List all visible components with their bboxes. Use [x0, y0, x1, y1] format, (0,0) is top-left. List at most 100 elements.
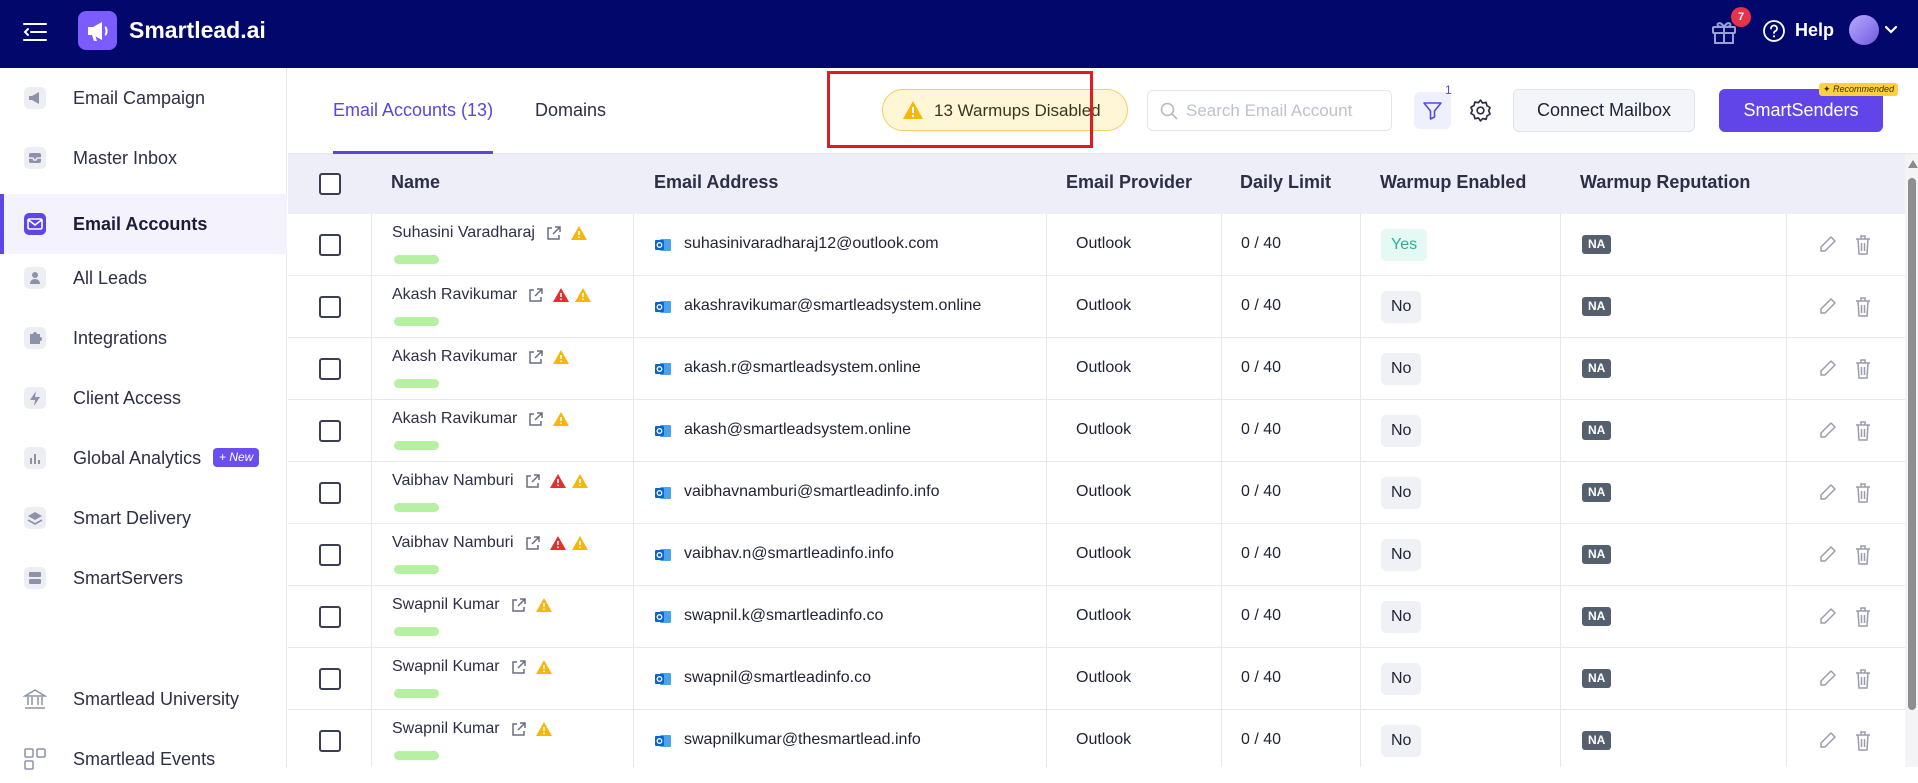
trash-icon[interactable]	[1853, 420, 1873, 442]
external-link-icon[interactable]	[510, 721, 527, 738]
account-name-cell: Vaibhav Namburi	[392, 534, 589, 552]
scrollbar-thumb[interactable]	[1908, 178, 1916, 710]
error-icon[interactable]	[549, 535, 567, 551]
edit-icon[interactable]	[1818, 420, 1838, 440]
edit-icon[interactable]	[1818, 544, 1838, 564]
external-link-icon[interactable]	[545, 225, 562, 242]
column-divider	[1221, 462, 1222, 523]
help-link[interactable]: Help	[1795, 20, 1834, 41]
email-address[interactable]: akash.r@smartleadsystem.online	[684, 359, 921, 377]
menu-collapse-icon[interactable]	[22, 20, 48, 44]
email-address[interactable]: swapnil@smartleadinfo.co	[684, 669, 871, 687]
sidebar-item-smart-delivery[interactable]: Smart Delivery	[0, 494, 287, 542]
row-checkbox[interactable]	[319, 544, 341, 566]
error-icon[interactable]	[549, 473, 567, 489]
trash-icon[interactable]	[1853, 544, 1873, 566]
chevron-down-icon[interactable]	[1884, 24, 1898, 36]
email-address[interactable]: akashravikumar@smartleadsystem.online	[684, 297, 981, 315]
column-header-warmup-reputation[interactable]: Warmup Reputation	[1580, 172, 1750, 193]
sidebar-item-smartservers[interactable]: SmartServers	[0, 554, 287, 602]
column-header-daily-limit[interactable]: Daily Limit	[1240, 172, 1331, 193]
sidebar-item-integrations[interactable]: Integrations	[0, 314, 287, 362]
trash-icon[interactable]	[1853, 358, 1873, 380]
row-checkbox[interactable]	[319, 234, 341, 256]
sidebar-item-client-access[interactable]: Client Access	[0, 374, 287, 422]
gear-icon[interactable]	[1468, 98, 1493, 123]
sidebar-item-all-leads[interactable]: All Leads	[0, 254, 287, 302]
warning-icon[interactable]	[535, 721, 553, 737]
warning-icon[interactable]	[552, 411, 570, 427]
sidebar-item-global-analytics[interactable]: Global Analytics + New	[0, 434, 287, 482]
email-address[interactable]: vaibhav.n@smartleadinfo.info	[684, 545, 894, 563]
table-row[interactable]: Akash Ravikumar akashravikumar@smartlead…	[288, 276, 1905, 338]
table-row[interactable]: Akash Ravikumar akash@smartleadsystem.on…	[288, 400, 1905, 462]
user-avatar[interactable]	[1849, 15, 1879, 45]
external-link-icon[interactable]	[524, 473, 541, 490]
email-address[interactable]: swapnilkumar@thesmartlead.info	[684, 731, 921, 749]
email-address[interactable]: vaibhavnamburi@smartleadinfo.info	[684, 483, 939, 501]
edit-icon[interactable]	[1818, 358, 1838, 378]
help-icon[interactable]	[1762, 19, 1786, 43]
external-link-icon[interactable]	[524, 535, 541, 552]
email-address[interactable]: akash@smartleadsystem.online	[684, 421, 911, 439]
edit-icon[interactable]	[1818, 606, 1838, 626]
sidebar-item-master-inbox[interactable]: Master Inbox	[0, 134, 287, 182]
column-header-name[interactable]: Name	[391, 172, 440, 193]
edit-icon[interactable]	[1818, 668, 1838, 688]
scroll-up-arrow[interactable]	[1908, 160, 1918, 168]
external-link-icon[interactable]	[527, 411, 544, 428]
trash-icon[interactable]	[1853, 234, 1873, 256]
smartlead-logo-icon[interactable]	[78, 11, 117, 50]
row-checkbox[interactable]	[319, 358, 341, 380]
row-checkbox[interactable]	[319, 730, 341, 752]
trash-icon[interactable]	[1853, 296, 1873, 318]
edit-icon[interactable]	[1818, 730, 1838, 750]
warning-icon[interactable]	[570, 225, 588, 241]
warning-icon[interactable]	[535, 659, 553, 675]
warning-icon[interactable]	[571, 473, 589, 489]
row-checkbox[interactable]	[319, 420, 341, 442]
table-row[interactable]: Vaibhav Namburi vaibhav.n@smartleadinfo.…	[288, 524, 1905, 586]
row-checkbox[interactable]	[319, 482, 341, 504]
table-row[interactable]: Suhasini Varadharaj suhasinivaradharaj12…	[288, 214, 1905, 276]
connect-mailbox-button[interactable]: Connect Mailbox	[1513, 89, 1695, 132]
search-input[interactable]	[1186, 91, 1386, 130]
column-header-warmup-enabled[interactable]: Warmup Enabled	[1380, 172, 1526, 193]
row-checkbox[interactable]	[319, 668, 341, 690]
warning-icon[interactable]	[574, 287, 592, 303]
external-link-icon[interactable]	[527, 287, 544, 304]
edit-icon[interactable]	[1818, 482, 1838, 502]
edit-icon[interactable]	[1818, 296, 1838, 316]
tab-email-accounts[interactable]: Email Accounts (13)	[333, 100, 493, 121]
table-row[interactable]: Swapnil Kumar swapnilkumar@thesmartlead.…	[288, 710, 1905, 767]
trash-icon[interactable]	[1853, 606, 1873, 628]
tab-domains[interactable]: Domains	[535, 100, 606, 121]
warning-icon[interactable]	[552, 349, 570, 365]
external-link-icon[interactable]	[510, 597, 527, 614]
external-link-icon[interactable]	[527, 349, 544, 366]
filter-button[interactable]	[1414, 92, 1451, 129]
trash-icon[interactable]	[1853, 730, 1873, 752]
error-icon[interactable]	[552, 287, 570, 303]
sidebar-item-email-campaign[interactable]: Email Campaign	[0, 74, 287, 122]
column-header-email[interactable]: Email Address	[654, 172, 778, 193]
column-header-provider[interactable]: Email Provider	[1066, 172, 1192, 193]
table-row[interactable]: Swapnil Kumar swapnil@smartleadinfo.co O…	[288, 648, 1905, 710]
sidebar-item-smartlead-events[interactable]: Smartlead Events	[0, 735, 287, 783]
table-row[interactable]: Akash Ravikumar akash.r@smartleadsystem.…	[288, 338, 1905, 400]
email-address[interactable]: swapnil.k@smartleadinfo.co	[684, 607, 883, 625]
select-all-checkbox[interactable]	[319, 173, 341, 195]
trash-icon[interactable]	[1853, 668, 1873, 690]
table-row[interactable]: Swapnil Kumar swapnil.k@smartleadinfo.co…	[288, 586, 1905, 648]
sidebar-item-smartlead-university[interactable]: Smartlead University	[0, 675, 287, 723]
warning-icon[interactable]	[571, 535, 589, 551]
row-checkbox[interactable]	[319, 296, 341, 318]
external-link-icon[interactable]	[510, 659, 527, 676]
trash-icon[interactable]	[1853, 482, 1873, 504]
sidebar-item-email-accounts[interactable]: Email Accounts	[0, 194, 287, 254]
email-address[interactable]: suhasinivaradharaj12@outlook.com	[684, 235, 939, 253]
warning-icon[interactable]	[535, 597, 553, 613]
edit-icon[interactable]	[1818, 234, 1838, 254]
row-checkbox[interactable]	[319, 606, 341, 628]
table-row[interactable]: Vaibhav Namburi vaibhavnamburi@smartlead…	[288, 462, 1905, 524]
